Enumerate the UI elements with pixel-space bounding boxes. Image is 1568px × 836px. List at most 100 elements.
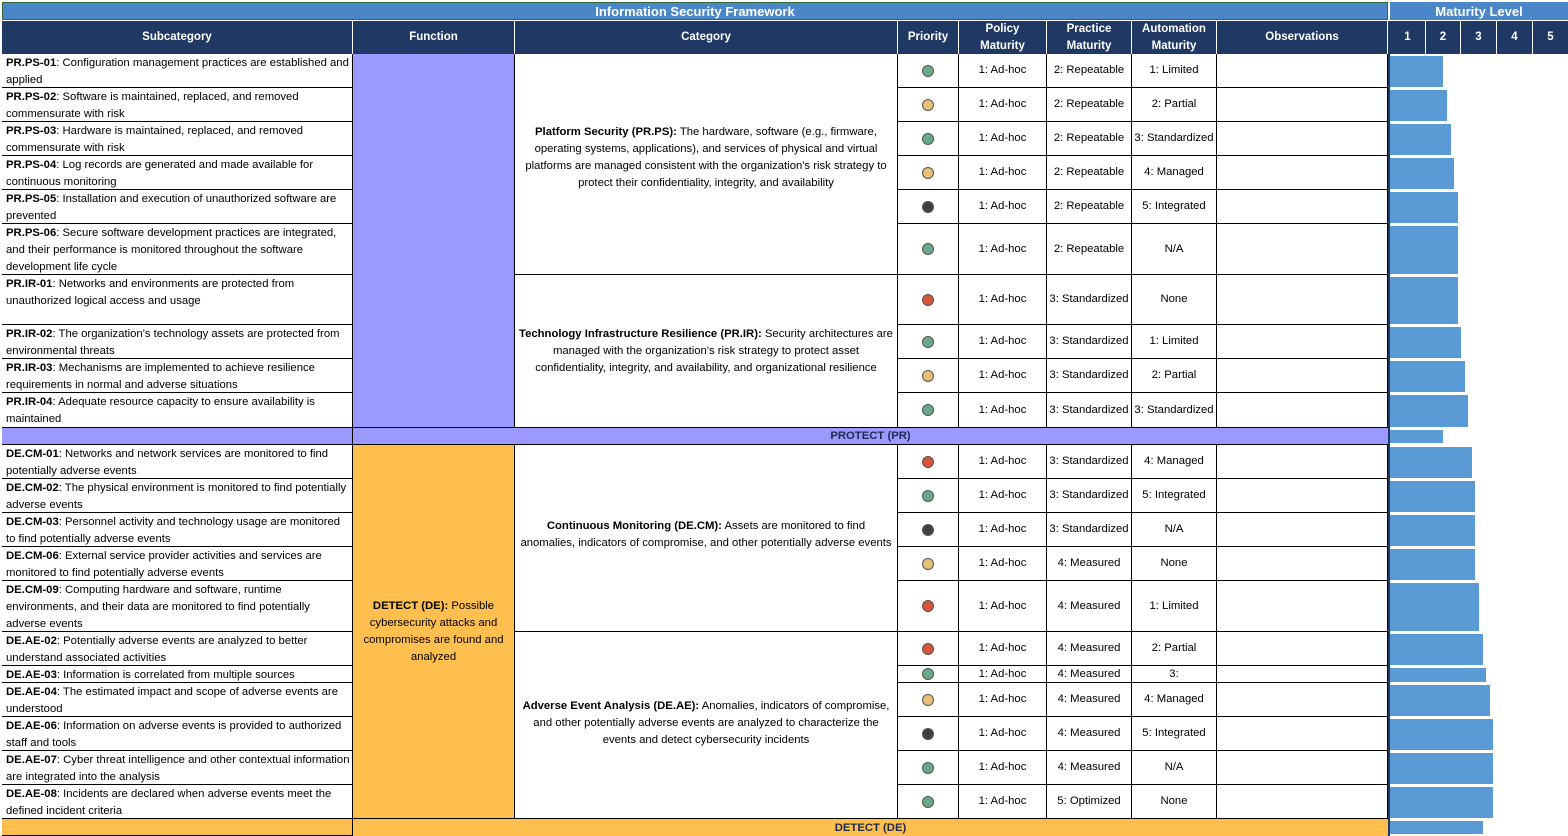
observations-cell[interactable] [1217,275,1388,325]
automation-maturity-cell[interactable]: 4: Managed [1132,156,1217,190]
policy-maturity-cell[interactable]: 1: Ad-hoc [959,325,1047,359]
observations-cell[interactable] [1217,666,1388,683]
header-level-4[interactable]: 4 [1497,21,1533,54]
subcategory-cell[interactable]: DE.CM-06: External service provider acti… [2,547,353,581]
policy-maturity-cell[interactable]: 1: Ad-hoc [959,785,1047,819]
subcategory-cell[interactable]: DE.CM-09: Computing hardware and softwar… [2,581,353,632]
priority-cell[interactable] [898,547,959,581]
header-category[interactable]: Category [515,21,898,54]
protect-band[interactable]: PROTECT (PR) [353,428,1388,445]
policy-maturity-cell[interactable]: 1: Ad-hoc [959,751,1047,785]
subcategory-cell[interactable]: DE.AE-04: The estimated impact and scope… [2,683,353,717]
subcategory-cell[interactable]: PR.PS-03: Hardware is maintained, replac… [2,122,353,156]
priority-cell[interactable] [898,275,959,325]
observations-cell[interactable] [1217,581,1388,632]
subcategory-cell[interactable]: PR.PS-02: Software is maintained, replac… [2,88,353,122]
category-pr-ir[interactable]: Technology Infrastructure Resilience (PR… [515,275,898,428]
observations-cell[interactable] [1217,359,1388,393]
observations-cell[interactable] [1217,547,1388,581]
priority-cell[interactable] [898,666,959,683]
practice-maturity-cell[interactable]: 2: Repeatable [1047,122,1132,156]
subcategory-cell[interactable]: PR.IR-04: Adequate resource capacity to … [2,393,353,428]
observations-cell[interactable] [1217,393,1388,428]
subcategory-cell[interactable]: DE.CM-02: The physical environment is mo… [2,479,353,513]
observations-cell[interactable] [1217,445,1388,479]
automation-maturity-cell[interactable]: 2: Partial [1132,88,1217,122]
policy-maturity-cell[interactable]: 1: Ad-hoc [959,717,1047,751]
automation-maturity-cell[interactable]: None [1132,547,1217,581]
header-observations[interactable]: Observations [1217,21,1388,54]
header-level-3[interactable]: 3 [1461,21,1497,54]
detect-band[interactable]: DETECT (DE) [353,819,1388,836]
automation-maturity-cell[interactable]: 2: Partial [1132,632,1217,666]
priority-cell[interactable] [898,751,959,785]
automation-maturity-cell[interactable]: 2: Partial [1132,359,1217,393]
automation-maturity-cell[interactable]: None [1132,785,1217,819]
automation-maturity-cell[interactable]: N/A [1132,513,1217,547]
policy-maturity-cell[interactable]: 1: Ad-hoc [959,581,1047,632]
policy-maturity-cell[interactable]: 1: Ad-hoc [959,156,1047,190]
automation-maturity-cell[interactable]: 4: Managed [1132,445,1217,479]
header-subcategory[interactable]: Subcategory [2,21,353,54]
priority-cell[interactable] [898,632,959,666]
automation-maturity-cell[interactable]: 5: Integrated [1132,479,1217,513]
subcategory-cell[interactable]: DE.AE-07: Cyber threat intelligence and … [2,751,353,785]
priority-cell[interactable] [898,359,959,393]
subcategory-cell[interactable]: DE.AE-02: Potentially adverse events are… [2,632,353,666]
policy-maturity-cell[interactable]: 1: Ad-hoc [959,666,1047,683]
priority-cell[interactable] [898,190,959,224]
practice-maturity-cell[interactable]: 4: Measured [1047,717,1132,751]
practice-maturity-cell[interactable]: 4: Measured [1047,547,1132,581]
observations-cell[interactable] [1217,122,1388,156]
policy-maturity-cell[interactable]: 1: Ad-hoc [959,632,1047,666]
policy-maturity-cell[interactable]: 1: Ad-hoc [959,359,1047,393]
practice-maturity-cell[interactable]: 2: Repeatable [1047,224,1132,275]
policy-maturity-cell[interactable]: 1: Ad-hoc [959,88,1047,122]
practice-maturity-cell[interactable]: 3: Standardized [1047,393,1132,428]
practice-maturity-cell[interactable]: 2: Repeatable [1047,54,1132,88]
automation-maturity-cell[interactable]: 5: Integrated [1132,190,1217,224]
subcategory-cell[interactable]: DE.CM-03: Personnel activity and technol… [2,513,353,547]
automation-maturity-cell[interactable]: None [1132,275,1217,325]
automation-maturity-cell[interactable]: 1: Limited [1132,581,1217,632]
observations-cell[interactable] [1217,224,1388,275]
policy-maturity-cell[interactable]: 1: Ad-hoc [959,479,1047,513]
practice-maturity-cell[interactable]: 3: Standardized [1047,359,1132,393]
header-level-2[interactable]: 2 [1426,21,1461,54]
practice-maturity-cell[interactable]: 4: Measured [1047,683,1132,717]
priority-cell[interactable] [898,325,959,359]
policy-maturity-cell[interactable]: 1: Ad-hoc [959,547,1047,581]
policy-maturity-cell[interactable]: 1: Ad-hoc [959,513,1047,547]
category-pr-ps[interactable]: Platform Security (PR.PS): The hardware,… [515,54,898,275]
priority-cell[interactable] [898,683,959,717]
subcategory-cell[interactable]: PR.IR-01: Networks and environments are … [2,275,353,325]
policy-maturity-cell[interactable]: 1: Ad-hoc [959,224,1047,275]
priority-cell[interactable] [898,581,959,632]
practice-maturity-cell[interactable]: 3: Standardized [1047,479,1132,513]
header-priority[interactable]: Priority [898,21,959,54]
observations-cell[interactable] [1217,479,1388,513]
subcategory-cell[interactable]: DE.AE-06: Information on adverse events … [2,717,353,751]
subcategory-cell[interactable]: PR.PS-05: Installation and execution of … [2,190,353,224]
priority-cell[interactable] [898,513,959,547]
practice-maturity-cell[interactable]: 4: Measured [1047,581,1132,632]
priority-cell[interactable] [898,393,959,428]
observations-cell[interactable] [1217,54,1388,88]
priority-cell[interactable] [898,88,959,122]
observations-cell[interactable] [1217,325,1388,359]
header-function[interactable]: Function [353,21,515,54]
priority-cell[interactable] [898,156,959,190]
automation-maturity-cell[interactable]: 3: [1132,666,1217,683]
observations-cell[interactable] [1217,190,1388,224]
observations-cell[interactable] [1217,88,1388,122]
practice-maturity-cell[interactable]: 2: Repeatable [1047,190,1132,224]
priority-cell[interactable] [898,479,959,513]
subcategory-cell[interactable]: PR.IR-03: Mechanisms are implemented to … [2,359,353,393]
function-detect-cell[interactable]: DETECT (DE): Possible cybersecurity atta… [353,445,515,819]
practice-maturity-cell[interactable]: 5: Optimized [1047,785,1132,819]
priority-cell[interactable] [898,224,959,275]
category-de-cm[interactable]: Continuous Monitoring (DE.CM): Assets ar… [515,445,898,632]
practice-maturity-cell[interactable]: 3: Standardized [1047,325,1132,359]
function-protect-cell[interactable] [353,54,515,428]
subcategory-cell[interactable]: PR.PS-01: Configuration management pract… [2,54,353,88]
